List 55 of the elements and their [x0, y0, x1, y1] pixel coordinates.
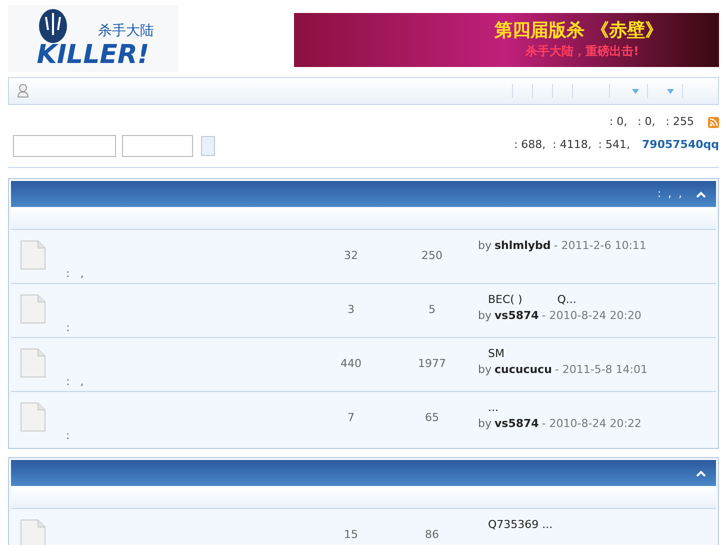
topic-count: 32	[344, 248, 358, 264]
by-label: by	[478, 362, 492, 378]
topic-count: 7	[348, 410, 354, 426]
post-count: 1977	[418, 356, 446, 372]
document-icon	[20, 519, 46, 545]
logo-chinese-text: 杀手大陆	[98, 22, 154, 41]
forum-stats-text: : 0, : 0, : 255	[609, 114, 694, 130]
promo-banner[interactable]: 第四届版杀 《赤壁》 杀手大陆，重磅出击!	[294, 13, 719, 67]
post-count: 65	[425, 410, 439, 426]
by-label: by	[478, 308, 492, 324]
document-icon	[20, 348, 46, 378]
chevron-up-icon[interactable]	[696, 470, 706, 476]
banner-headline: 第四届版杀 《赤壁》	[494, 20, 663, 42]
post-count: 5	[428, 302, 436, 318]
section-header-text: : , ,	[657, 186, 682, 202]
user-icon[interactable]	[17, 84, 29, 98]
last-post-title[interactable]: Q735369 ...	[478, 517, 716, 533]
login-button[interactable]	[201, 136, 215, 156]
logo-text: KILLER!	[36, 42, 150, 68]
forum-meta-text: :	[66, 428, 70, 444]
last-post-title[interactable]: SM	[478, 346, 716, 362]
last-poster-link[interactable]: vs5874	[494, 308, 539, 324]
last-post-title[interactable]: ...	[478, 400, 716, 416]
caret-down-icon[interactable]	[667, 88, 674, 94]
shield-logo-icon	[38, 8, 68, 44]
topic-count: 440	[340, 356, 362, 372]
topic-count: 15	[344, 527, 358, 543]
last-post-date: - 2011-2-6 10:11	[554, 238, 646, 254]
forum-meta-text: : ,	[66, 374, 84, 390]
post-count: 86	[425, 527, 439, 543]
last-poster-link[interactable]: cucucucu	[494, 362, 552, 378]
password-field[interactable]	[122, 135, 193, 157]
chevron-up-icon[interactable]	[696, 190, 706, 198]
document-icon	[20, 402, 46, 432]
forum-meta-text: : ,	[66, 266, 84, 282]
last-post-title[interactable]: BEC( ) Q...	[478, 292, 716, 308]
username-field[interactable]	[13, 135, 116, 157]
last-poster-link[interactable]: shlmlybd	[494, 238, 551, 254]
member-stats-text: : 688, : 4118, : 541,	[514, 136, 630, 152]
banner-tagline: 杀手大陆，重磅出击!	[526, 43, 639, 60]
document-icon	[20, 294, 46, 324]
document-icon	[20, 240, 46, 270]
last-post-date: - 2010-8-24 20:22	[542, 416, 642, 432]
newest-member-link[interactable]: 79057540qq	[642, 136, 719, 153]
rss-icon[interactable]	[708, 116, 719, 128]
last-poster-link[interactable]: vs5874	[494, 416, 539, 432]
by-label: by	[478, 238, 492, 254]
forum-meta-text: :	[66, 320, 70, 336]
last-post-date: - 2011-5-8 14:01	[554, 362, 648, 378]
by-label: by	[478, 416, 492, 432]
post-count: 250	[422, 248, 442, 264]
caret-down-icon[interactable]	[632, 88, 639, 94]
last-post-date: - 2010-8-24 20:20	[542, 308, 642, 324]
logo[interactable]: 杀手大陆 KILLER!	[8, 5, 178, 72]
topic-count: 3	[348, 302, 354, 318]
